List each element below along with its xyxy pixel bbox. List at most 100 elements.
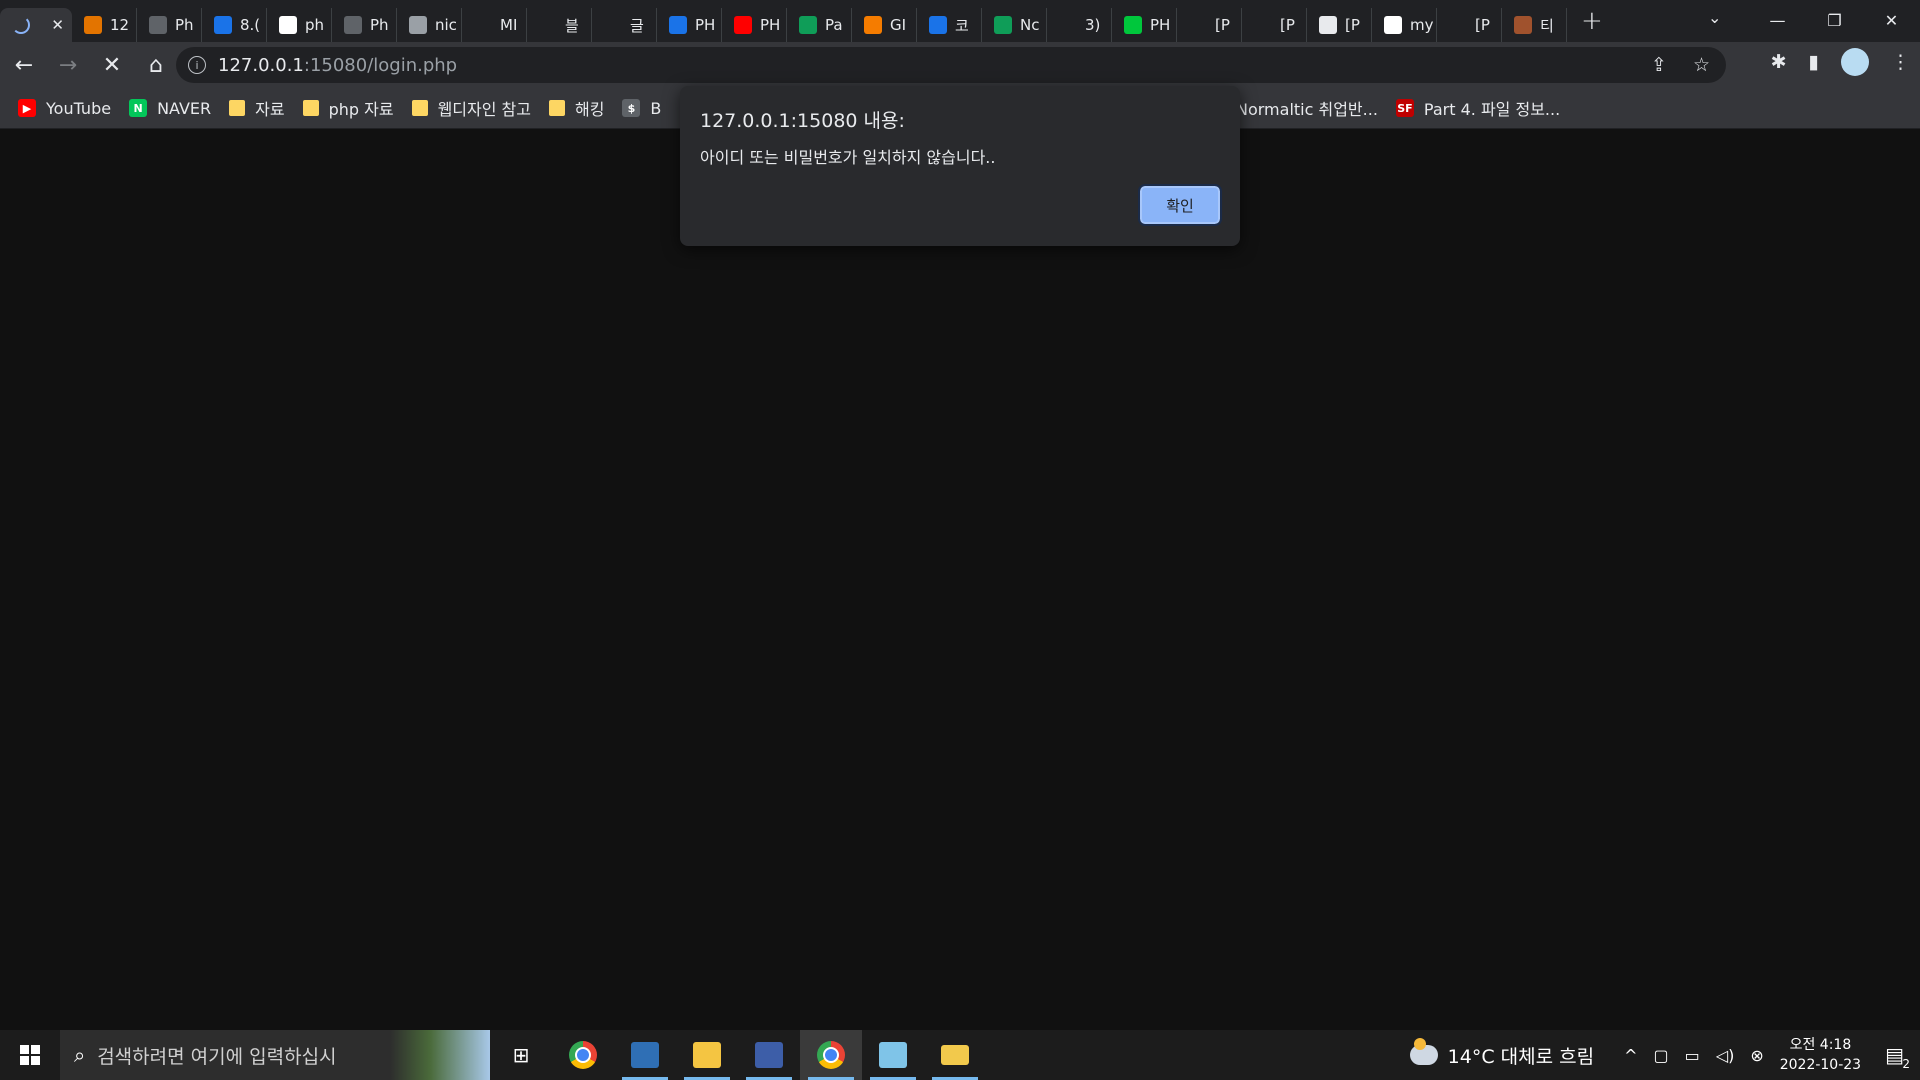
show-hidden-icons-icon[interactable]: ^ <box>1624 1046 1637 1065</box>
tab-title: Nc <box>1020 16 1040 34</box>
bookmark-item[interactable]: N NAVER <box>129 99 211 118</box>
bookmark-item[interactable]: Normaltic 취업반... <box>1236 96 1378 120</box>
chrome-icon <box>817 1041 845 1069</box>
side-panel-icon[interactable]: ▮ <box>1809 51 1819 73</box>
tab[interactable]: [P <box>1307 8 1372 42</box>
address-bar[interactable]: i 127.0.0.1:15080/login.php ⇪ ☆ <box>176 47 1726 83</box>
clock[interactable]: 오전 4:18 2022-10-23 <box>1780 1035 1861 1075</box>
tab-title: Ph <box>175 16 194 34</box>
taskbar-chrome[interactable] <box>552 1030 614 1080</box>
tab[interactable]: ✕ <box>0 8 72 42</box>
bookmark-label: 해킹 <box>574 100 605 119</box>
menu-icon[interactable]: ⋮ <box>1891 51 1910 73</box>
close-tab-icon[interactable]: ✕ <box>51 16 64 34</box>
bookmark-item[interactable]: SF Part 4. 파일 정보... <box>1395 96 1561 120</box>
tab[interactable]: 12 <box>72 8 137 42</box>
bookmark-label: php 자료 <box>328 100 394 119</box>
new-tab-button[interactable]: + <box>1581 6 1603 36</box>
tab[interactable]: PH <box>722 8 787 42</box>
tab-favicon-icon <box>799 16 817 34</box>
taskbar-sticky-app[interactable] <box>676 1030 738 1080</box>
profile-avatar[interactable] <box>1841 48 1869 76</box>
task-view-button[interactable]: ⊞ <box>490 1030 552 1080</box>
minimize-button[interactable]: — <box>1749 11 1806 30</box>
tab[interactable]: PH <box>1112 8 1177 42</box>
tab-title: [P <box>1345 16 1360 34</box>
url-text[interactable]: 127.0.0.1:15080/login.php <box>218 55 457 76</box>
site-info-icon[interactable]: i <box>188 56 206 74</box>
tab[interactable]: 글 <box>592 8 657 42</box>
tab-favicon-icon <box>1384 16 1402 34</box>
start-button[interactable] <box>0 1030 60 1080</box>
weather-text: 14°C 대체로 흐림 <box>1447 1045 1595 1068</box>
tab[interactable]: ph <box>267 8 332 42</box>
tab[interactable]: GI <box>852 8 917 42</box>
bookmark-label: NAVER <box>157 98 212 118</box>
share-icon[interactable]: ⇪ <box>1651 54 1667 76</box>
tab-title: PH <box>695 16 716 34</box>
window-controls: — ❐ ✕ <box>1749 0 1920 40</box>
home-button[interactable]: ⌂ <box>136 45 176 85</box>
tab-title: [P <box>1280 16 1295 34</box>
tab[interactable]: 티 <box>1502 8 1567 42</box>
tab-title: MI <box>500 16 518 34</box>
tab[interactable]: PH <box>657 8 722 42</box>
notification-icon[interactable]: ▤ 2 <box>1885 1043 1910 1071</box>
taskbar-file-explorer[interactable] <box>924 1030 986 1080</box>
battery-icon[interactable]: ▭ <box>1685 1046 1700 1065</box>
tab[interactable]: [P <box>1437 8 1502 42</box>
bookmark-favicon-icon: ▶ <box>18 99 36 117</box>
tab[interactable]: Ph <box>137 8 202 42</box>
tab[interactable]: Nc <box>982 8 1047 42</box>
device-icon[interactable]: ▢ <box>1654 1046 1669 1065</box>
folder-icon <box>941 1045 969 1065</box>
tab[interactable]: [P <box>1177 8 1242 42</box>
bookmark-label: Part 4. 파일 정보... <box>1423 100 1561 119</box>
bookmark-item[interactable]: $ B <box>622 99 661 118</box>
bookmark-item[interactable]: php 자료 <box>302 96 394 120</box>
extensions-icon[interactable]: ✱ <box>1771 51 1787 73</box>
restore-button[interactable]: ❐ <box>1806 11 1863 30</box>
tab-favicon-icon <box>474 16 492 34</box>
bookmark-item[interactable]: 해킹 <box>548 96 605 120</box>
ok-button[interactable]: 확인 <box>1138 184 1222 226</box>
search-icon: ⌕ <box>74 1043 86 1067</box>
close-window-button[interactable]: ✕ <box>1863 11 1920 30</box>
bookmark-star-icon[interactable]: ☆ <box>1693 54 1710 76</box>
folder-icon <box>229 100 246 116</box>
folder-icon <box>411 100 428 116</box>
forward-button[interactable]: → <box>48 45 88 85</box>
taskbar-virtualbox[interactable] <box>614 1030 676 1080</box>
network-app-icon <box>755 1042 783 1068</box>
tab[interactable]: my <box>1372 8 1437 42</box>
bookmark-item[interactable]: 자료 <box>229 96 285 120</box>
tab[interactable]: MI <box>462 8 527 42</box>
tab-favicon-icon <box>1059 16 1077 34</box>
taskbar-chrome-active[interactable] <box>800 1030 862 1080</box>
tab[interactable]: [P <box>1242 8 1307 42</box>
bookmark-item[interactable]: 웹디자인 참고 <box>411 96 531 120</box>
tab[interactable]: Pa <box>787 8 852 42</box>
tab-title: my <box>1410 16 1434 34</box>
taskbar-network-app[interactable] <box>738 1030 800 1080</box>
weather-widget[interactable]: 14°C 대체로 흐림 <box>1409 1038 1595 1069</box>
tab[interactable]: 코 <box>917 8 982 42</box>
stop-button[interactable]: ✕ <box>92 45 132 85</box>
tab-favicon-icon <box>929 16 947 34</box>
url-path: :15080/login.php <box>303 54 458 76</box>
tab[interactable]: 블 <box>527 8 592 42</box>
tab[interactable]: 3) <box>1047 8 1112 42</box>
network-error-icon[interactable]: ⊗ <box>1750 1046 1763 1065</box>
tab-title: 블 <box>565 16 579 35</box>
tab[interactable]: nic <box>397 8 462 42</box>
tab[interactable]: Ph <box>332 8 397 42</box>
tab-search-button[interactable]: ⌄ <box>1708 8 1721 27</box>
tab[interactable]: 8.( <box>202 8 267 42</box>
bookmark-item[interactable]: ▶ YouTube <box>18 99 111 118</box>
taskbar-search[interactable]: ⌕ 검색하려면 여기에 입력하십시 <box>60 1030 490 1080</box>
back-button[interactable]: ← <box>4 45 44 85</box>
tab-title: ph <box>305 16 325 34</box>
taskbar-notes-app[interactable] <box>862 1030 924 1080</box>
tab-favicon-icon <box>279 16 297 34</box>
volume-icon[interactable]: ◁) <box>1716 1046 1735 1065</box>
